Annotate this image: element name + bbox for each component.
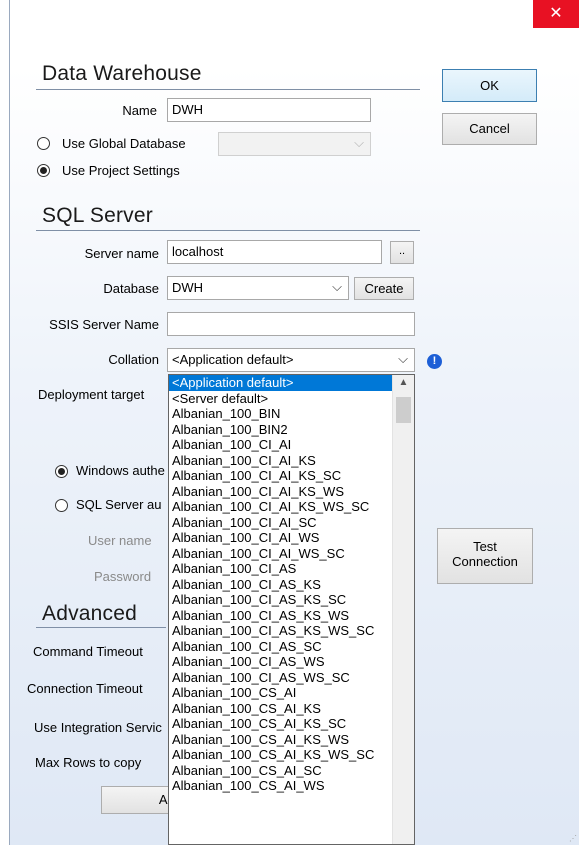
ssis-server-name-input[interactable] (167, 312, 415, 336)
ok-button[interactable]: OK (442, 69, 537, 102)
server-name-label: Server name (84, 246, 159, 261)
username-label: User name (88, 533, 152, 548)
use-global-database-label: Use Global Database (62, 136, 186, 151)
database-select[interactable]: DWH ⌵ (167, 276, 349, 300)
collation-option[interactable]: Albanian_100_CI_AS_KS (169, 577, 393, 593)
section-divider (36, 89, 420, 90)
collation-option[interactable]: Albanian_100_CS_AI_KS (169, 701, 393, 717)
collation-option[interactable]: Albanian_100_CS_AI_WS (169, 778, 393, 794)
server-name-input[interactable]: localhost (167, 240, 382, 264)
collation-option[interactable]: Albanian_100_CS_AI (169, 685, 393, 701)
windows-auth-label: Windows authe (76, 463, 165, 478)
use-project-settings-radio[interactable] (37, 164, 50, 177)
name-label: Name (122, 103, 157, 118)
database-label: Database (103, 281, 159, 296)
scroll-up-icon[interactable]: ▲ (393, 377, 414, 388)
collation-option[interactable]: Albanian_100_CI_AS_KS_WS (169, 608, 393, 624)
collation-option[interactable]: <Server default> (169, 391, 393, 407)
test-connection-line2: Connection (452, 554, 518, 569)
collation-option[interactable]: Albanian_100_CS_AI_KS_SC (169, 716, 393, 732)
collation-option[interactable]: <Application default> (169, 375, 393, 391)
info-icon: ! (427, 354, 442, 369)
collation-option[interactable]: Albanian_100_CI_AI_KS_WS_SC (169, 499, 393, 515)
dropdown-scrollbar[interactable]: ▲ (392, 375, 414, 844)
collation-option[interactable]: Albanian_100_CI_AS_WS (169, 654, 393, 670)
connection-timeout-label: Connection Timeout (27, 681, 143, 696)
chevron-down-icon: ⌵ (398, 351, 408, 366)
create-database-button[interactable]: Create (354, 277, 414, 300)
collation-option[interactable]: Albanian_100_CI_AI_KS_SC (169, 468, 393, 484)
section-title-data-warehouse: Data Warehouse (42, 62, 202, 85)
close-icon: ✕ (549, 5, 563, 22)
section-title-sql-server: SQL Server (42, 204, 153, 227)
sql-server-auth-radio[interactable] (55, 499, 68, 512)
close-button[interactable]: ✕ (533, 0, 579, 28)
collation-label: Collation (108, 352, 159, 367)
browse-server-button[interactable]: .. (390, 241, 414, 264)
collation-option[interactable]: Albanian_100_CI_AS_KS_SC (169, 592, 393, 608)
collation-option[interactable]: Albanian_100_CS_AI_KS_WS_SC (169, 747, 393, 763)
cancel-button[interactable]: Cancel (442, 113, 537, 145)
collation-option[interactable]: Albanian_100_CI_AS (169, 561, 393, 577)
test-connection-button[interactable]: Test Connection (437, 528, 533, 584)
collation-option[interactable]: Albanian_100_BIN (169, 406, 393, 422)
section-divider (36, 627, 166, 628)
collation-dropdown-list[interactable]: <Application default> <Server default> Alb… (168, 374, 415, 845)
global-database-select[interactable]: ⌵ (218, 132, 371, 156)
collation-option[interactable]: Albanian_100_BIN2 (169, 422, 393, 438)
use-global-database-radio[interactable] (37, 137, 50, 150)
collation-option[interactable]: Albanian_100_CI_AS_SC (169, 639, 393, 655)
scroll-thumb[interactable] (396, 397, 411, 423)
collation-option[interactable]: Albanian_100_CI_AS_KS_WS_SC (169, 623, 393, 639)
collation-option[interactable]: Albanian_100_CI_AI_WS_SC (169, 546, 393, 562)
collation-option[interactable]: Albanian_100_CI_AI_SC (169, 515, 393, 531)
deployment-target-label: Deployment target (38, 387, 145, 402)
sql-server-auth-label: SQL Server au (76, 497, 162, 512)
collation-select[interactable]: <Application default> ⌵ (167, 348, 415, 372)
section-title-advanced: Advanced (42, 602, 138, 625)
name-input[interactable]: DWH (167, 98, 371, 122)
ssis-server-name-label: SSIS Server Name (49, 317, 159, 332)
collation-option[interactable]: Albanian_100_CI_AI (169, 437, 393, 453)
collation-option[interactable]: Albanian_100_CI_AI_KS (169, 453, 393, 469)
test-connection-line1: Test (473, 539, 497, 554)
command-timeout-label: Command Timeout (33, 644, 143, 659)
collation-option[interactable]: Albanian_100_CI_AI_KS_WS (169, 484, 393, 500)
use-project-settings-label: Use Project Settings (62, 163, 180, 178)
collation-option[interactable]: Albanian_100_CS_AI_KS_WS (169, 732, 393, 748)
resize-grip-icon[interactable]: ⋰ (569, 834, 577, 843)
windows-auth-radio[interactable] (55, 465, 68, 478)
chevron-down-icon: ⌵ (332, 279, 342, 294)
max-rows-label: Max Rows to copy (35, 755, 142, 770)
section-divider (36, 230, 420, 231)
collation-option[interactable]: Albanian_100_CI_AS_WS_SC (169, 670, 393, 686)
collation-option[interactable]: Albanian_100_CS_AI_SC (169, 763, 393, 779)
collation-option[interactable]: Albanian_100_CI_AI_WS (169, 530, 393, 546)
chevron-down-icon: ⌵ (354, 135, 364, 150)
password-label: Password (94, 569, 152, 584)
use-integration-services-label: Use Integration Servic (34, 720, 162, 735)
